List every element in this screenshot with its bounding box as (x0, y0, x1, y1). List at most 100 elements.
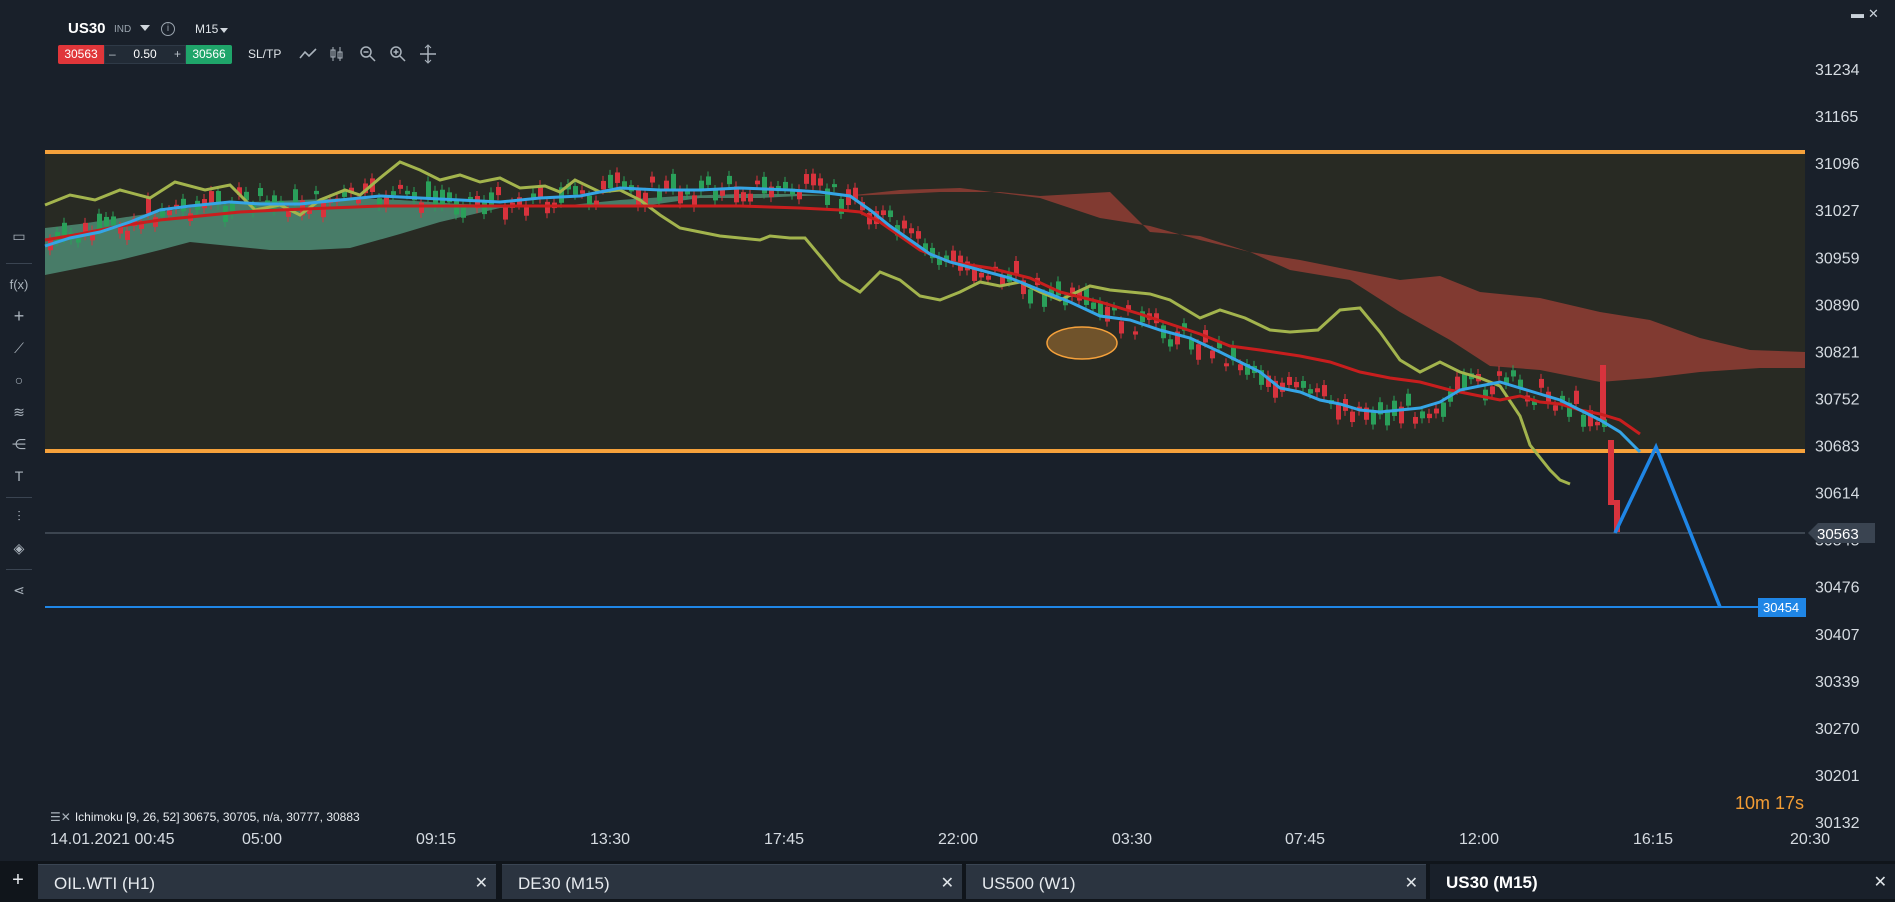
sltp-button[interactable]: SL/TP (248, 47, 281, 61)
candles-icon[interactable] (328, 44, 348, 64)
close-window-button[interactable]: ✕ (1868, 6, 1879, 22)
time-tick-label: 13:30 (590, 831, 630, 848)
zoom-in-icon[interactable] (388, 44, 408, 64)
candle (916, 231, 921, 239)
candle (1553, 405, 1558, 411)
candle (783, 181, 788, 189)
timeframe-dropdown-icon[interactable] (220, 28, 228, 33)
candle (678, 190, 683, 204)
quantity-increase-button[interactable]: + (174, 46, 181, 63)
tab-us30[interactable]: US30 (M15) ✕ (1430, 864, 1895, 899)
line-chart-icon[interactable] (298, 44, 318, 64)
price-tick-label: 30201 (1815, 768, 1860, 785)
layers-icon[interactable]: ◈ (8, 537, 30, 559)
annotation-ellipse[interactable] (1046, 326, 1118, 360)
close-tab-icon[interactable]: ✕ (1405, 873, 1418, 893)
buy-button[interactable]: 30566 (186, 45, 232, 64)
candle (1539, 378, 1544, 388)
add-tab-button[interactable]: + (0, 861, 36, 902)
candle (727, 175, 732, 185)
candle (811, 173, 816, 186)
candle (1455, 376, 1460, 390)
text-icon[interactable]: T (8, 465, 30, 487)
candle (1608, 440, 1614, 505)
candle (1287, 376, 1292, 385)
candle (104, 216, 109, 227)
crosshair-add-icon[interactable]: + (8, 305, 30, 327)
tab-label: US500 (W1) (982, 874, 1076, 893)
close-tab-icon[interactable]: ✕ (1874, 872, 1887, 892)
sell-button[interactable]: 30563 (58, 45, 104, 64)
price-chart[interactable]: 31234 31165 31096 31027 30959 30890 30821 30752… (0, 0, 1895, 902)
candle (594, 200, 599, 206)
tab-us500[interactable]: US500 (W1) ✕ (966, 864, 1426, 899)
fibonacci-icon[interactable]: ≋ (8, 401, 30, 423)
close-tab-icon[interactable]: ✕ (475, 873, 488, 893)
candle (405, 190, 410, 195)
zoom-out-icon[interactable] (358, 44, 378, 64)
trendline-icon[interactable]: ⟋ (8, 337, 30, 359)
quantity-stepper[interactable]: – 0.50 + (104, 45, 186, 64)
candle (293, 189, 298, 203)
price-tick-label: 30752 (1815, 391, 1860, 408)
candle (741, 192, 746, 202)
chart-tab-bar: + OIL.WTI (H1) ✕ DE30 (M15) ✕ US500 (W1)… (0, 861, 1895, 902)
candle (111, 216, 116, 226)
candle (713, 189, 718, 201)
indicator-legend[interactable]: ☰✕ Ichimoku [9, 26, 52] 30675, 30705, n/a… (50, 810, 360, 824)
tool-separator (6, 569, 32, 570)
time-tick-label: 22:00 (938, 831, 978, 848)
symbol-dropdown-icon[interactable] (140, 25, 150, 31)
circle-icon[interactable]: ○ (8, 369, 30, 391)
tab-oil-wti[interactable]: OIL.WTI (H1) ✕ (38, 864, 496, 899)
indicator-settings-icon[interactable]: ☰✕ (50, 810, 71, 824)
candle (755, 180, 760, 185)
price-tick-label: 30132 (1815, 815, 1860, 832)
candle (650, 176, 655, 183)
indicators-icon[interactable]: ⫶ (8, 505, 30, 527)
candle (1168, 339, 1173, 347)
rectangle-icon[interactable]: ▭ (8, 225, 30, 247)
quantity-decrease-button[interactable]: – (109, 46, 116, 63)
candle (587, 195, 592, 206)
target-price-badge[interactable]: 30454 (1758, 598, 1806, 617)
projection-path[interactable] (1613, 442, 1722, 608)
pitchfork-icon[interactable]: ⋲ (8, 433, 30, 455)
price-tick-label: 30270 (1815, 721, 1860, 738)
timeframe-selector[interactable]: M15 (195, 22, 218, 36)
candle (146, 197, 151, 214)
tab-de30[interactable]: DE30 (M15) ✕ (502, 864, 962, 899)
close-tab-icon[interactable]: ✕ (941, 873, 954, 893)
candle (1595, 421, 1600, 426)
drawing-tools-sidebar: ▭ f(x) + ⟋ ○ ≋ ⋲ T ⫶ ◈ ⋖ (0, 225, 38, 635)
share-icon[interactable]: ⋖ (8, 579, 30, 601)
candle (503, 207, 508, 220)
candle (615, 172, 620, 183)
function-icon[interactable]: f(x) (8, 273, 30, 295)
crosshair-icon[interactable] (418, 44, 438, 64)
candle (1497, 371, 1502, 376)
candle (1294, 381, 1299, 388)
time-tick-label: 03:30 (1112, 831, 1152, 848)
candle (1196, 344, 1201, 360)
candle (1105, 306, 1110, 322)
candle (748, 193, 753, 202)
price-tick-label: 30890 (1815, 297, 1860, 314)
symbol-label[interactable]: US30 (68, 20, 106, 37)
candle (1000, 276, 1005, 285)
time-axis: 14.01.2021 00:45 05:00 09:15 13:30 17:45 22:0… (50, 831, 1830, 848)
candle (419, 202, 424, 213)
candle (426, 181, 431, 197)
restore-window-button[interactable]: ▬ (1851, 6, 1864, 21)
current-price-badge: 30563 (1808, 523, 1875, 543)
candle (1028, 289, 1033, 304)
price-tick-label: 30614 (1815, 486, 1860, 503)
candle (356, 199, 361, 204)
info-icon[interactable]: i (161, 22, 175, 36)
price-tick-label: 30821 (1815, 344, 1860, 361)
candle (1315, 388, 1320, 393)
candle (1427, 413, 1432, 419)
price-axis: 31234 31165 31096 31027 30959 30890 30821 30752… (1815, 62, 1860, 832)
candle (545, 201, 550, 214)
quantity-value[interactable]: 0.50 (125, 46, 165, 63)
